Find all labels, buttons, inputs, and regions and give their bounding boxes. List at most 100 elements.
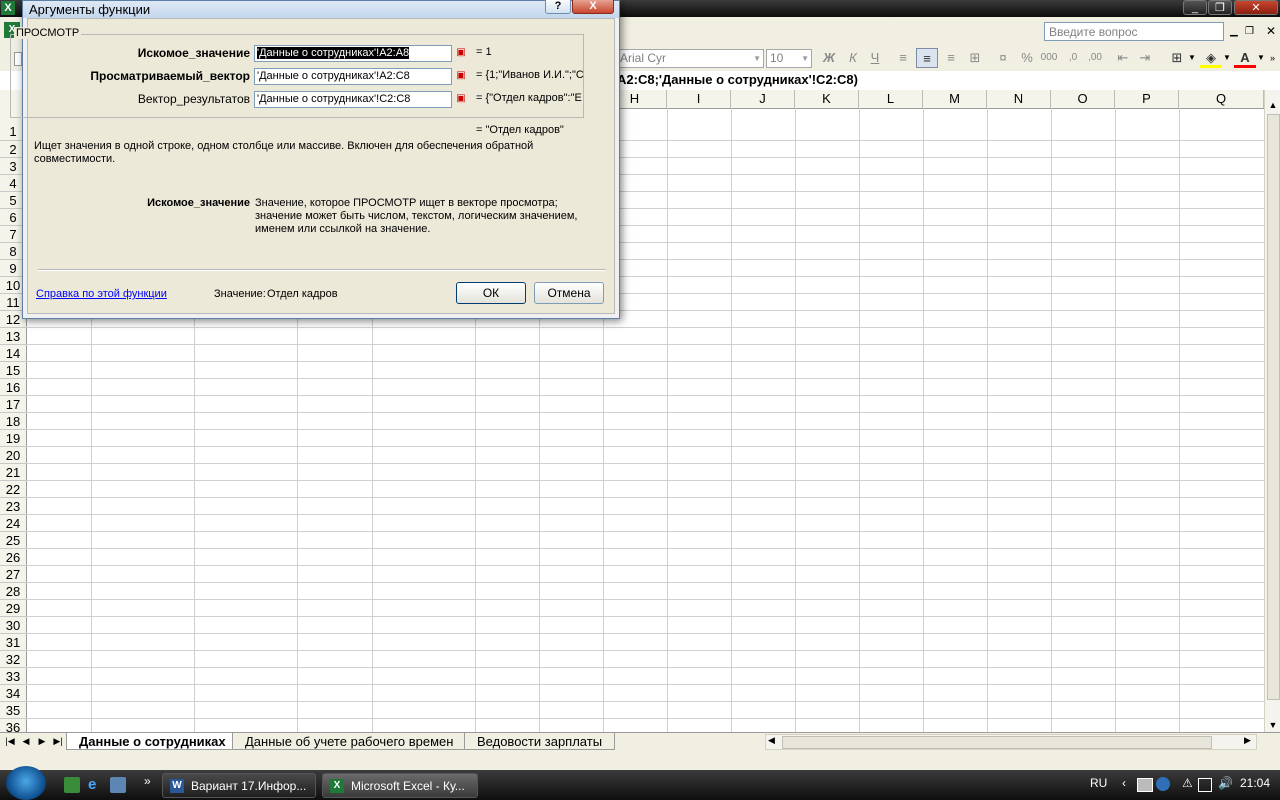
tray-expand-icon[interactable]: ‹ [1122, 776, 1126, 790]
row-header-22[interactable]: 22 [0, 481, 26, 498]
column-header-m[interactable]: M [923, 90, 987, 108]
mdi-close-icon[interactable]: ✕ [1266, 24, 1276, 38]
row-header-26[interactable]: 26 [0, 549, 26, 566]
row-header-32[interactable]: 32 [0, 651, 26, 668]
horizontal-scroll-thumb[interactable] [782, 736, 1212, 749]
tray-network-icon[interactable] [1156, 777, 1170, 791]
row-header-18[interactable]: 18 [0, 413, 26, 430]
sheet-tab-payroll[interactable]: Ведовости зарплаты [464, 733, 616, 750]
row-header-24[interactable]: 24 [0, 515, 26, 532]
row-header-17[interactable]: 17 [0, 396, 26, 413]
ok-button[interactable]: ОК [456, 282, 526, 304]
row-header-21[interactable]: 21 [0, 464, 26, 481]
taskbar-word-doc[interactable]: W Вариант 17.Инфор... [162, 773, 316, 798]
column-header-q[interactable]: Q [1179, 90, 1264, 108]
close-icon[interactable]: ✕ [1234, 0, 1278, 15]
function-help-link[interactable]: Справка по этой функции [36, 288, 167, 300]
tray-volume-icon[interactable]: 🔊 [1218, 776, 1233, 790]
row-header-19[interactable]: 19 [0, 430, 26, 447]
font-color-icon[interactable]: A [1234, 48, 1256, 68]
tray-warning-icon[interactable]: ⚠ [1182, 776, 1193, 790]
column-header-i[interactable]: I [667, 90, 731, 108]
first-sheet-icon[interactable]: |◀ [4, 734, 16, 748]
help-question-input[interactable]: Введите вопрос [1044, 22, 1224, 41]
prev-sheet-icon[interactable]: ◀ [20, 734, 32, 748]
row-header-20[interactable]: 20 [0, 447, 26, 464]
decrease-decimal-icon[interactable]: ,00 [1084, 48, 1106, 68]
merge-center-icon[interactable]: ⊞ [964, 48, 986, 68]
scroll-up-icon[interactable]: ▲ [1266, 98, 1280, 112]
borders-dropdown-icon[interactable]: ▼ [1188, 53, 1196, 62]
column-header-o[interactable]: O [1051, 90, 1115, 108]
row-header-13[interactable]: 13 [0, 328, 26, 345]
thousands-icon[interactable]: 000 [1038, 48, 1060, 68]
scroll-down-icon[interactable]: ▼ [1266, 718, 1280, 732]
row-header-23[interactable]: 23 [0, 498, 26, 515]
sheet-tab-worktime[interactable]: Данные об учете рабочего времен [232, 733, 467, 750]
fill-color-dropdown-icon[interactable]: ▼ [1223, 53, 1231, 62]
excel-app-icon[interactable]: X [1, 1, 15, 15]
row-header-34[interactable]: 34 [0, 685, 26, 702]
percent-icon[interactable]: % [1016, 48, 1038, 68]
vertical-scrollbar[interactable]: ▲ ▼ [1264, 90, 1280, 732]
ie-browser-icon[interactable]: e [88, 777, 104, 793]
increase-indent-icon[interactable]: ⇥ [1134, 48, 1156, 68]
row-header-25[interactable]: 25 [0, 532, 26, 549]
toolbar-options-icon[interactable]: » [1270, 53, 1275, 63]
column-header-k[interactable]: K [795, 90, 859, 108]
row-header-31[interactable]: 31 [0, 634, 26, 651]
formula-text[interactable]: A2:C8;'Данные о сотрудниках'!C2:C8) [617, 72, 858, 87]
quicklaunch-app-icon[interactable] [64, 777, 80, 793]
minimize-icon[interactable]: _ [1183, 0, 1207, 15]
underline-icon[interactable]: Ч [864, 48, 886, 68]
cancel-button[interactable]: Отмена [534, 282, 604, 304]
align-center-icon[interactable]: ≡ [916, 48, 938, 68]
arg-input-lookup-vector[interactable]: 'Данные о сотрудниках'!A2:C8 [254, 68, 452, 85]
collapse-dialog-icon[interactable]: ▣ [453, 68, 469, 84]
show-desktop-icon[interactable] [110, 777, 126, 793]
row-header-16[interactable]: 16 [0, 379, 26, 396]
decrease-indent-icon[interactable]: ⇤ [1112, 48, 1134, 68]
next-sheet-icon[interactable]: ▶ [36, 734, 48, 748]
font-name-select[interactable]: Arial Cyr ▼ [616, 49, 764, 68]
row-header-33[interactable]: 33 [0, 668, 26, 685]
collapse-dialog-icon[interactable]: ▣ [453, 45, 469, 61]
row-header-15[interactable]: 15 [0, 362, 26, 379]
collapse-dialog-icon[interactable]: ▣ [453, 91, 469, 107]
last-sheet-icon[interactable]: ▶| [52, 734, 64, 748]
bold-icon[interactable]: Ж [818, 48, 840, 68]
scroll-left-icon[interactable]: ◀ [768, 735, 775, 746]
align-right-icon[interactable]: ≡ [940, 48, 962, 68]
dialog-help-icon[interactable]: ? [545, 0, 571, 14]
row-header-35[interactable]: 35 [0, 702, 26, 719]
row-header-29[interactable]: 29 [0, 600, 26, 617]
arg-input-result-vector[interactable]: 'Данные о сотрудниках'!C2:C8 [254, 91, 452, 108]
restore-icon[interactable]: ❐ [1208, 0, 1232, 15]
font-size-select[interactable]: 10 ▼ [766, 49, 812, 68]
sheet-tab-employees[interactable]: Данные о сотрудниках [66, 733, 239, 750]
borders-icon[interactable]: ⊞ [1166, 48, 1188, 68]
quicklaunch-more-icon[interactable]: » [144, 774, 151, 788]
italic-icon[interactable]: К [842, 48, 864, 68]
mdi-minimize-icon[interactable]: ▁ [1230, 26, 1238, 37]
row-header-28[interactable]: 28 [0, 583, 26, 600]
fill-color-icon[interactable]: ◈ [1200, 48, 1222, 68]
column-header-j[interactable]: J [731, 90, 795, 108]
vertical-scroll-thumb[interactable] [1267, 114, 1280, 700]
column-header-n[interactable]: N [987, 90, 1051, 108]
row-header-27[interactable]: 27 [0, 566, 26, 583]
taskbar-excel[interactable]: X Microsoft Excel - Ку... [322, 773, 478, 798]
currency-icon[interactable]: ¤ [992, 48, 1014, 68]
font-color-dropdown-icon[interactable]: ▼ [1257, 53, 1265, 62]
tray-monitor-icon[interactable] [1137, 778, 1153, 792]
dialog-close-icon[interactable]: X [572, 0, 614, 14]
row-header-14[interactable]: 14 [0, 345, 26, 362]
arg-input-lookup-value[interactable]: 'Данные о сотрудниках'!A2:A8 [254, 45, 452, 62]
tray-clock[interactable]: 21:04 [1240, 776, 1270, 790]
language-indicator[interactable]: RU [1090, 776, 1107, 790]
align-left-icon[interactable]: ≡ [892, 48, 914, 68]
mdi-restore-icon[interactable]: ❐ [1245, 26, 1254, 37]
increase-decimal-icon[interactable]: ,0 [1062, 48, 1084, 68]
row-header-30[interactable]: 30 [0, 617, 26, 634]
scroll-right-icon[interactable]: ▶ [1244, 735, 1251, 746]
